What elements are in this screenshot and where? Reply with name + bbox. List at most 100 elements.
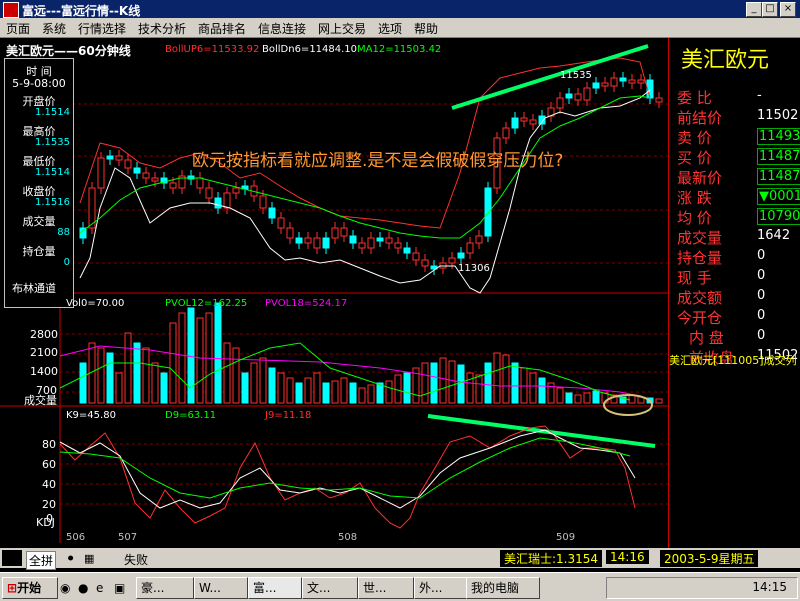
candle-body [556,97,564,109]
quicklaunch-media-icon[interactable]: ● [78,581,88,595]
quote-row-label: 买 价 [677,149,712,167]
volume-bar [592,390,600,404]
task-button-2[interactable]: W... [194,577,248,599]
vol-tick-2100: 2100 [30,346,58,359]
candle-body [502,127,510,139]
kdj-tick-80: 80 [42,438,56,451]
candle-body [628,79,636,84]
open-value: 1.1514 [35,107,70,118]
candle-body [115,155,123,161]
menu-item-page[interactable]: 页面 [6,20,30,37]
candle-body [475,235,483,244]
keyboard-icon[interactable]: ▦ [84,552,94,565]
menu-item-ranking[interactable]: 商品排名 [198,20,246,37]
volume-bar [169,322,177,404]
high-value: 1.1535 [35,137,70,148]
candle-body [619,77,627,82]
task-button-6[interactable]: 外... [414,577,468,599]
quicklaunch-ie-icon[interactable]: e [96,581,103,595]
menu-item-online-trade[interactable]: 网上交易 [318,20,366,37]
volume-bar [574,394,582,404]
kdj-j-label: J9=11.18 [265,410,312,421]
taskbar: ⊞开始 ◉ ● e ▣ 豪... W... 富... 文... 世... 外..… [0,572,800,601]
candle-body [484,187,492,237]
volume-bar [106,352,114,404]
volume-bar [430,362,438,404]
quote-row: 现 手 0 [669,266,800,287]
volume-bar [403,372,411,404]
maximize-button[interactable]: □ [762,2,778,17]
quote-row-value: 11493 [757,128,800,145]
volume-bar [142,347,150,404]
kdj-d-line [59,437,631,499]
fullspell-button[interactable]: 全拼 [26,551,57,570]
system-tray: 14:15 [606,577,798,599]
volume-bar [367,384,375,404]
annotation-text: 欧元按指标看就应调整.是不是会假破假穿压力位? [192,151,564,171]
kdj-tick-40: 40 [42,478,56,491]
volume-bar [583,392,591,404]
quote-row-value: 0 [757,288,766,303]
start-button[interactable]: ⊞开始 [2,577,58,599]
candle-body [97,157,105,189]
menu-item-system[interactable]: 系统 [42,20,66,37]
volume-bar [502,354,510,404]
boll-channel-label: 布林通道 [12,282,56,295]
volume-bar [241,372,249,404]
quote-row-label: 成交量 [677,229,723,247]
candle-body [232,187,240,194]
quote-row: 成交量 1642 [669,226,800,247]
quote-row-label: 现 手 [677,269,712,287]
pvol18-label: PVOL18=524.17 [265,298,348,309]
candle-body [277,217,285,229]
volume-bar [97,347,105,404]
task-button-1[interactable]: 豪... [136,577,194,599]
quote-row-label: 持仓量 [677,249,723,267]
volume-bar [295,382,303,404]
menu-item-quote-select[interactable]: 行情选择 [78,20,126,37]
task-button-4[interactable]: 文... [302,577,358,599]
quote-panel-title: 美汇欧元 [681,48,770,73]
quicklaunch-desktop-icon[interactable]: ▣ [114,581,125,595]
menu-item-help[interactable]: 帮助 [414,20,438,37]
volume-bar [277,372,285,404]
vol0-label: Vol0=70.00 [66,298,125,309]
quote-row-value: 10790 [757,208,800,225]
quote-row-label: 成交额 [677,289,723,307]
task-button-5[interactable]: 世... [358,577,414,599]
close-button[interactable]: × [780,2,796,17]
candle-body [592,82,600,89]
candle-body [457,252,465,259]
menu-item-options[interactable]: 选项 [378,20,402,37]
candle-body [511,117,519,129]
volume-bar [160,372,168,404]
minimize-button[interactable]: _ [746,2,762,17]
quote-row-label: 前结价 [677,109,723,127]
candle-body [358,242,366,249]
volume-bar [349,382,357,404]
volume-bar [187,307,195,404]
candle-body [655,97,663,103]
volume-highlight-ellipse [603,394,653,416]
punct-icon[interactable]: ⚫ [66,552,75,565]
bar-info-box: 时 间 5-9-08:00 开盘价 1.1514 最高价 1.1535 最低价 … [4,58,74,308]
volume-bar [448,360,456,404]
quicklaunch-qq-icon[interactable]: ◉ [60,581,70,595]
menu-item-info-link[interactable]: 信息连接 [258,20,306,37]
task-button-7[interactable]: 我的电脑 [466,577,540,599]
quote-row-value: 0 [757,328,766,343]
quote-row: 卖 价 11493 [669,126,800,147]
ime-icon[interactable] [2,550,22,566]
volume-bar [340,377,348,404]
menu-item-tech-analysis[interactable]: 技术分析 [138,20,186,37]
volume-bar [250,362,258,404]
volume-bar [79,362,87,404]
volume-bar [385,380,393,404]
volume-bar [565,392,573,404]
quote-row-value: 11487 [757,148,800,165]
task-button-3[interactable]: 富... [248,577,302,599]
candlestick-series [79,72,663,275]
volume-bar [124,332,132,404]
kdj-tick-20: 20 [42,498,56,511]
candle-body [448,257,456,264]
